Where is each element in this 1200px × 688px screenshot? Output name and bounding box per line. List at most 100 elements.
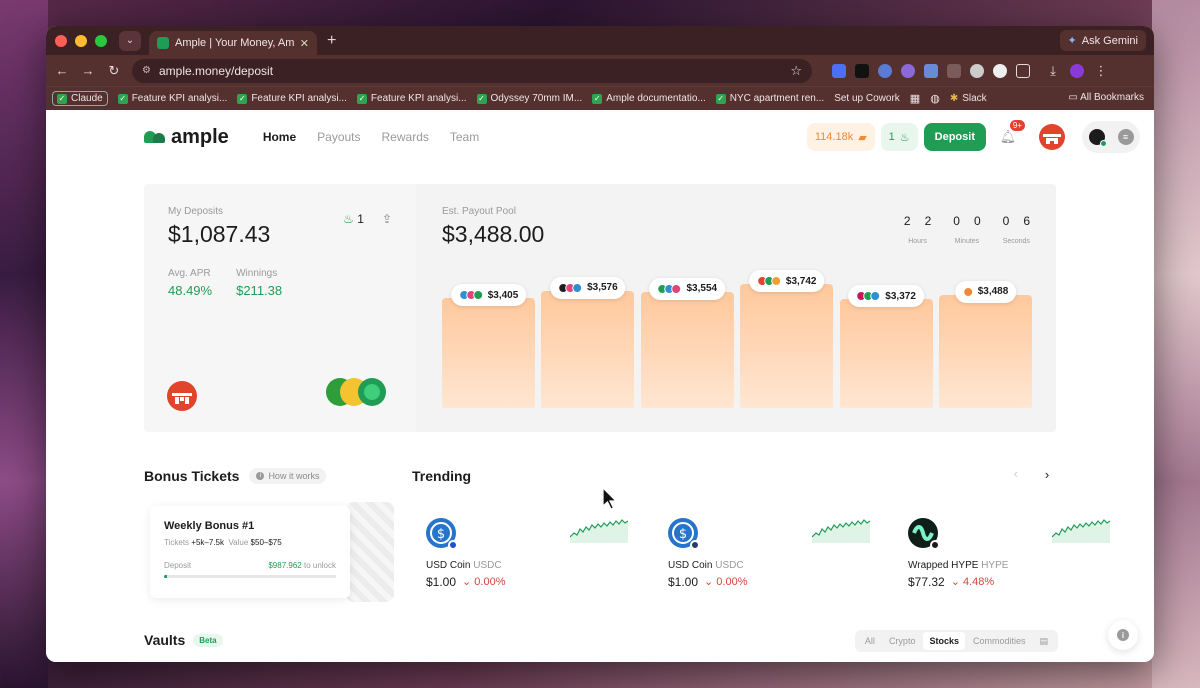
- how-it-works-button[interactable]: i How it works: [249, 468, 327, 484]
- new-tab-icon[interactable]: +: [327, 32, 336, 50]
- bookmark-item[interactable]: ✓ Feature KPI analysi...: [117, 93, 227, 104]
- all-bookmarks-folder[interactable]: ▭ All Bookmarks: [1068, 92, 1144, 103]
- bookmark-item[interactable]: ✓ Claude: [52, 91, 108, 106]
- url-text: ample.money/deposit: [158, 63, 274, 78]
- slack-icon: ✱: [949, 93, 959, 104]
- downloads-icon[interactable]: ⤓: [1045, 63, 1061, 79]
- tickets-label: Tickets: [164, 538, 190, 547]
- streak-pill[interactable]: 1 ♨: [880, 123, 918, 151]
- payout-bar-label: $3,405: [450, 284, 527, 307]
- trending-item[interactable]: Wrapped HYPE HYPE $77.32 ⌄ 4.48%: [908, 518, 1118, 598]
- extension-icon[interactable]: [947, 63, 961, 78]
- check-icon: ✓: [715, 93, 726, 104]
- bookmark-apps-icon[interactable]: ▦: [910, 92, 920, 105]
- nav-home[interactable]: Home: [263, 130, 296, 144]
- tab-search-icon[interactable]: ⌄: [119, 30, 141, 51]
- back-icon[interactable]: ←: [54, 63, 70, 78]
- extension-icon[interactable]: [970, 63, 984, 78]
- bookmark-item[interactable]: ✱ Slack: [950, 93, 987, 104]
- url-input[interactable]: ⚙ ample.money/deposit ☆: [132, 58, 812, 83]
- filter-tab-stocks[interactable]: Stocks: [923, 632, 965, 650]
- countdown-seconds: 06 Seconds: [1003, 214, 1030, 245]
- payout-bar[interactable]: $3,405: [442, 284, 535, 408]
- check-icon: ✓: [592, 93, 603, 104]
- profile-avatar[interactable]: [1070, 63, 1084, 78]
- user-avatar[interactable]: [1038, 123, 1066, 151]
- price-sparkline: [570, 519, 628, 543]
- next-bonus-card-peek[interactable]: [346, 502, 394, 602]
- nav-rewards[interactable]: Rewards: [382, 130, 429, 144]
- bookmarks-bar: ✓ Claude ✓ Feature KPI analysi... ✓ Feature…: [46, 86, 1154, 110]
- minimize-window-button[interactable]: [75, 34, 87, 47]
- chain-badge-icon: [930, 540, 940, 550]
- ample-logo[interactable]: ample: [144, 126, 229, 149]
- help-button[interactable]: i: [1108, 620, 1138, 650]
- token-price: $1.00: [668, 575, 699, 589]
- address-bar: ← → ↻ ⚙ ample.money/deposit ☆ ⤓ ⋮: [46, 55, 1154, 86]
- close-tab-icon[interactable]: ✕: [300, 37, 309, 50]
- extensions-row: ⤓ ⋮: [832, 63, 1109, 79]
- trending-item[interactable]: $ USD Coin USDC $1.00 ⌄ 0.00%: [668, 518, 878, 598]
- bookmark-item[interactable]: ✓ Feature KPI analysi...: [237, 93, 347, 104]
- bookmark-label: Feature KPI analysi...: [251, 93, 347, 104]
- tickets-pill[interactable]: 114.18k ▰: [806, 123, 875, 151]
- bookmark-label: Ample documentatio...: [606, 93, 706, 104]
- forward-icon[interactable]: →: [80, 63, 96, 78]
- site-info-icon[interactable]: ⚙: [142, 65, 151, 76]
- nav-payouts[interactable]: Payouts: [317, 130, 360, 144]
- bookmark-item[interactable]: Set up Cowork: [834, 93, 900, 104]
- filter-tab-all[interactable]: All: [859, 632, 881, 650]
- deposit-amount: $987.962: [268, 561, 302, 570]
- token-change: ⌄ 0.00%: [704, 576, 748, 588]
- ask-gemini-button[interactable]: ✦ Ask Gemini: [1059, 30, 1146, 51]
- filter-tab-commodities[interactable]: Commodities: [967, 632, 1032, 650]
- extension-icon[interactable]: [993, 63, 1007, 78]
- payout-bar[interactable]: $3,554: [640, 277, 734, 408]
- filter-tab-crypto[interactable]: Crypto: [883, 632, 922, 650]
- bookmark-label: Odyssey 70mm IM...: [490, 93, 583, 104]
- payout-bar[interactable]: $3,372: [839, 285, 933, 408]
- mouse-cursor-icon: [602, 487, 618, 510]
- nav-team[interactable]: Team: [450, 130, 479, 144]
- wallet-switcher[interactable]: ≡: [1082, 121, 1140, 153]
- menu-icon: ≡: [1117, 129, 1134, 145]
- hours-digit: 2: [924, 214, 932, 228]
- extension-icon[interactable]: [832, 63, 846, 78]
- deposit-button[interactable]: Deposit: [923, 123, 986, 151]
- payout-bar[interactable]: $3,742: [740, 270, 834, 408]
- notifications-button[interactable]: 🔔︎ 9+: [994, 120, 1025, 151]
- bookmark-item[interactable]: ✓ Ample documentatio...: [592, 93, 706, 104]
- chevron-right-icon[interactable]: ›: [1036, 463, 1058, 485]
- extensions-puzzle-icon[interactable]: [1016, 63, 1030, 78]
- token-name: Wrapped HYPE: [908, 560, 982, 571]
- token-ticker: USDC: [715, 560, 744, 571]
- bookmark-item[interactable]: ✓ NYC apartment ren...: [715, 93, 824, 104]
- chevron-left-icon[interactable]: ‹: [1014, 466, 1018, 485]
- payout-bar[interactable]: $3,576: [541, 276, 635, 408]
- bookmark-globe-icon[interactable]: ◍: [930, 92, 940, 105]
- bonus-card-meta: Tickets +5k–7.5k Value $50–$75: [164, 538, 336, 547]
- extension-icon[interactable]: [924, 63, 938, 78]
- bookmark-star-icon[interactable]: ☆: [790, 63, 802, 79]
- close-window-button[interactable]: [55, 34, 67, 47]
- trending-item[interactable]: $ USD Coin USDC $1.00 ⌄ 0.00%: [426, 518, 636, 598]
- payout-pool-header: Est. Payout Pool $3,488.00: [442, 206, 544, 248]
- weekly-bonus-card[interactable]: Weekly Bonus #1 Tickets +5k–7.5k Value $…: [150, 506, 350, 598]
- reload-icon[interactable]: ↻: [106, 63, 122, 79]
- gemini-icon: ✦: [1067, 35, 1077, 47]
- browser-menu-icon[interactable]: ⋮: [1093, 63, 1109, 79]
- chain-badge-icon: [690, 540, 700, 550]
- token-name-row: USD Coin USDC: [668, 560, 878, 571]
- payout-bar[interactable]: $3,488: [939, 280, 1032, 408]
- bookmark-item[interactable]: ✓ Odyssey 70mm IM...: [476, 93, 583, 104]
- extension-icon[interactable]: [901, 63, 915, 78]
- countdown-hours: 22 Hours: [904, 214, 931, 245]
- bookmark-item[interactable]: ✓ Feature KPI analysi...: [356, 93, 467, 104]
- share-icon[interactable]: ⇪: [382, 212, 392, 226]
- browser-tab[interactable]: Ample | Your Money, Amplifie ✕: [149, 31, 317, 55]
- list-view-icon[interactable]: ▤: [1033, 632, 1054, 651]
- extension-icon[interactable]: [855, 63, 869, 78]
- extension-icon[interactable]: [878, 63, 892, 78]
- maximize-window-button[interactable]: [95, 34, 107, 47]
- check-icon: ✓: [237, 93, 248, 104]
